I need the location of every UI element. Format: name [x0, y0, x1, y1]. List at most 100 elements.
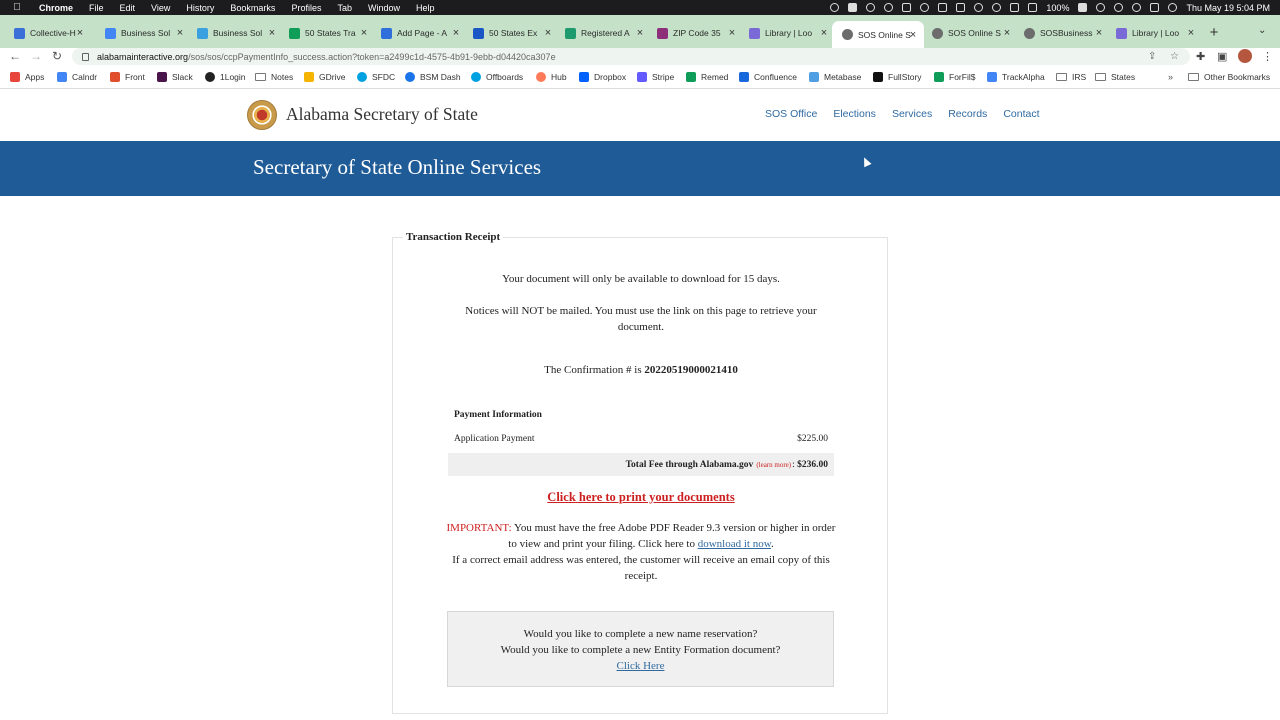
- tab-add-page[interactable]: Add Page - A ×: [381, 23, 461, 43]
- tab-zip-code[interactable]: ZIP Code 35 ×: [657, 23, 737, 43]
- profile-avatar[interactable]: [1238, 49, 1252, 63]
- menu-history[interactable]: History: [186, 3, 214, 13]
- time-machine-icon[interactable]: [1114, 3, 1124, 12]
- address-bar[interactable]: alabamainteractive.org/sos/sos/ccpPaymen…: [72, 48, 1190, 65]
- menu-tab[interactable]: Tab: [337, 3, 352, 13]
- close-tab-icon[interactable]: ×: [727, 27, 737, 39]
- windows-icon[interactable]: [956, 3, 966, 12]
- microphone-icon[interactable]: [830, 3, 840, 12]
- bookmark-apps[interactable]: Apps: [10, 72, 44, 82]
- url-text[interactable]: alabamainteractive.org/sos/sos/ccpPaymen…: [97, 52, 556, 62]
- close-tab-icon[interactable]: ×: [908, 29, 918, 41]
- menu-file[interactable]: File: [89, 3, 104, 13]
- tab-registered-agent[interactable]: Registered A ×: [565, 23, 645, 43]
- record-icon[interactable]: [920, 3, 930, 12]
- close-tab-icon[interactable]: ×: [175, 27, 185, 39]
- tab-library-2[interactable]: Library | Loo ×: [1116, 23, 1196, 43]
- bookmark-forfils[interactable]: ForFil$: [934, 72, 975, 82]
- volume-icon[interactable]: [1010, 3, 1020, 12]
- tab-sos-online-active[interactable]: SOS Online S ×: [832, 21, 924, 48]
- side-panel-icon[interactable]: ▣: [1217, 50, 1227, 63]
- siri-icon[interactable]: [1168, 3, 1178, 12]
- menu-view[interactable]: View: [151, 3, 170, 13]
- nav-sos-office[interactable]: SOS Office: [765, 108, 817, 120]
- share-icon[interactable]: ⇪: [1148, 51, 1156, 62]
- control-icon[interactable]: [992, 3, 1002, 12]
- bookmark-metabase[interactable]: Metabase: [809, 72, 861, 82]
- bookmark-fullstory[interactable]: FullStory: [873, 72, 922, 82]
- close-tab-icon[interactable]: ×: [1094, 27, 1104, 39]
- close-tab-icon[interactable]: ×: [359, 27, 369, 39]
- state-seal-logo[interactable]: [247, 100, 277, 130]
- forward-arrow-icon[interactable]: →: [29, 49, 43, 63]
- tab-business-solutions-1[interactable]: Business Sol ×: [105, 23, 185, 43]
- site-title[interactable]: Alabama Secretary of State: [286, 104, 478, 125]
- bookmark-confluence[interactable]: Confluence: [739, 72, 797, 82]
- screen-icon[interactable]: [938, 3, 948, 12]
- nav-contact[interactable]: Contact: [1003, 108, 1039, 120]
- nav-elections[interactable]: Elections: [833, 108, 876, 120]
- tab-collective[interactable]: Collective-H ×: [14, 23, 85, 43]
- bookmark-gdrive[interactable]: GDrive: [304, 72, 345, 82]
- password-manager-icon[interactable]: [884, 3, 894, 12]
- close-tab-icon[interactable]: ×: [543, 27, 553, 39]
- tab-sos-business[interactable]: SOSBusiness ×: [1024, 23, 1104, 43]
- nav-records[interactable]: Records: [948, 108, 987, 120]
- menu-app-name[interactable]: Chrome: [39, 3, 73, 13]
- bookmark-offboards[interactable]: Offboards: [471, 72, 523, 82]
- bookmark-stripe[interactable]: Stripe: [637, 72, 674, 82]
- wifi-icon[interactable]: [1096, 3, 1106, 12]
- bookmark-hub[interactable]: Hub: [536, 72, 567, 82]
- zoom-icon[interactable]: [848, 3, 858, 12]
- battery-percent[interactable]: 100%: [1046, 3, 1069, 13]
- close-tab-icon[interactable]: ×: [267, 27, 277, 39]
- click-here-link[interactable]: Click Here: [448, 658, 833, 674]
- bluetooth-icon[interactable]: [1028, 3, 1038, 12]
- play-icon[interactable]: [974, 3, 984, 12]
- battery-icon[interactable]: [1078, 3, 1088, 12]
- close-tab-icon[interactable]: ×: [819, 27, 829, 39]
- lock-icon[interactable]: [82, 52, 89, 61]
- back-arrow-icon[interactable]: ←: [8, 49, 22, 63]
- bookmark-sfdc[interactable]: SFDC: [357, 72, 395, 82]
- menu-bookmarks[interactable]: Bookmarks: [230, 3, 275, 13]
- menu-edit[interactable]: Edit: [120, 3, 136, 13]
- nav-services[interactable]: Services: [892, 108, 932, 120]
- bookmark-1login[interactable]: 1Login: [205, 72, 246, 82]
- close-tab-icon[interactable]: ×: [1002, 27, 1012, 39]
- messenger-icon[interactable]: [866, 3, 876, 12]
- bookmark-front[interactable]: Front: [110, 72, 145, 82]
- close-tab-icon[interactable]: ×: [75, 27, 85, 39]
- extensions-puzzle-icon[interactable]: ✚: [1196, 50, 1205, 63]
- bookmark-bsm-dash[interactable]: BSM Dash: [405, 72, 461, 82]
- settings-gear-icon[interactable]: [902, 3, 912, 12]
- print-documents-link[interactable]: Click here to print your documents: [433, 490, 849, 505]
- reload-icon[interactable]: ↻: [50, 49, 64, 63]
- tab-business-solutions-2[interactable]: Business Sol ×: [197, 23, 277, 43]
- menu-profiles[interactable]: Profiles: [291, 3, 321, 13]
- more-bookmarks-chevron-icon[interactable]: »: [1168, 72, 1173, 82]
- control-center-icon[interactable]: [1150, 3, 1160, 12]
- tab-sos-online-2[interactable]: SOS Online S ×: [932, 23, 1012, 43]
- menu-clock[interactable]: Thu May 19 5:04 PM: [1186, 3, 1270, 13]
- bookmark-calndr[interactable]: Calndr: [57, 72, 97, 82]
- bookmark-other[interactable]: Other Bookmarks: [1188, 72, 1270, 82]
- bookmark-dropbox[interactable]: Dropbox: [579, 72, 626, 82]
- close-tab-icon[interactable]: ×: [635, 27, 645, 39]
- download-adobe-link[interactable]: download it now: [698, 538, 771, 550]
- close-tab-icon[interactable]: ×: [1186, 27, 1196, 39]
- bookmark-star-icon[interactable]: ☆: [1170, 51, 1179, 62]
- menu-window[interactable]: Window: [368, 3, 400, 13]
- learn-more-link[interactable]: (learn more): [756, 461, 791, 469]
- bookmark-states[interactable]: States: [1095, 72, 1135, 82]
- menu-help[interactable]: Help: [416, 3, 435, 13]
- tab-50-states-ex[interactable]: 50 States Ex ×: [473, 23, 553, 43]
- bookmark-trackalpha[interactable]: TrackAlpha: [987, 72, 1045, 82]
- more-menu-icon[interactable]: ⋮: [1262, 50, 1273, 63]
- bookmark-irs[interactable]: IRS: [1056, 72, 1086, 82]
- bookmark-slack[interactable]: Slack: [157, 72, 193, 82]
- bookmark-notes[interactable]: Notes: [255, 72, 293, 82]
- new-tab-plus-icon[interactable]: +: [1207, 24, 1221, 41]
- spotlight-search-icon[interactable]: [1132, 3, 1142, 12]
- close-tab-icon[interactable]: ×: [451, 27, 461, 39]
